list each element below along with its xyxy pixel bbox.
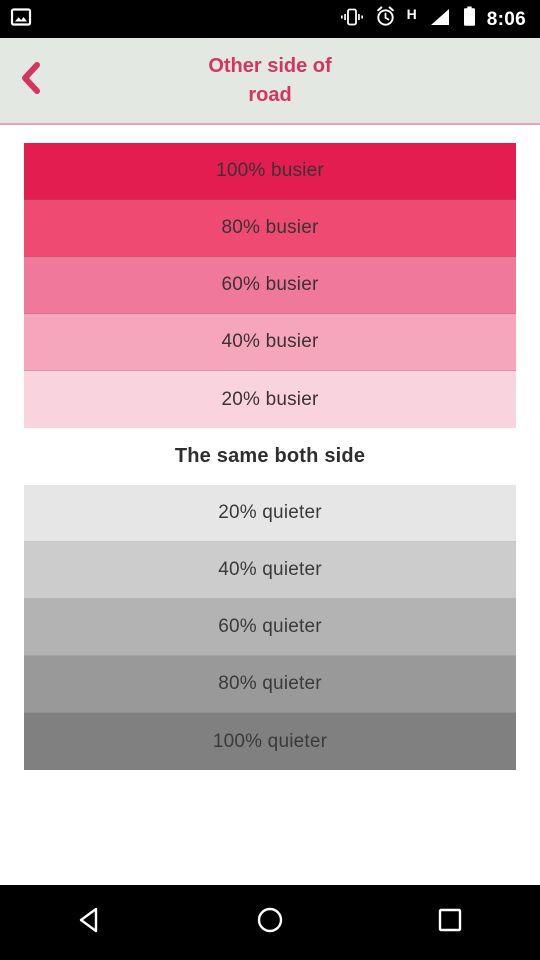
back-triangle-icon (73, 903, 107, 942)
network-type-label: H (406, 6, 417, 22)
nav-back-button[interactable] (45, 885, 135, 960)
image-icon (10, 6, 32, 33)
option-label: 40% quieter (218, 559, 322, 580)
option-row-quieter-100[interactable]: 100% quieter (24, 713, 516, 770)
back-button[interactable] (0, 38, 62, 123)
option-row-quieter-40[interactable]: 40% quieter (24, 542, 516, 599)
content-area: 100% busier 80% busier 60% busier 40% bu… (0, 125, 540, 885)
clock-label: 8:06 (486, 8, 526, 30)
option-label: 20% busier (221, 388, 319, 410)
option-row-same-both-side[interactable]: The same both side (24, 428, 516, 485)
option-label: 100% quieter (212, 730, 328, 752)
option-row-busier-60[interactable]: 60% busier (24, 257, 516, 314)
recents-square-icon (433, 903, 467, 942)
option-row-quieter-60[interactable]: 60% quieter (24, 599, 516, 656)
option-row-busier-80[interactable]: 80% busier (24, 200, 516, 257)
app-header: Other side of road (0, 38, 540, 125)
quieter-options-group: 20% quieter 40% quieter 60% quieter 80% … (24, 485, 516, 770)
option-label: 80% busier (221, 217, 319, 238)
status-bar-notifications (10, 6, 32, 33)
status-bar: H 8:06 (0, 0, 540, 38)
option-label: 100% busier (216, 160, 324, 181)
home-circle-icon (253, 903, 287, 942)
signal-icon (428, 7, 452, 32)
option-label: The same both side (174, 445, 366, 467)
alarm-icon (375, 6, 396, 32)
option-label: 80% quieter (218, 673, 322, 694)
chevron-left-icon (17, 61, 45, 100)
status-bar-icons: H 8:06 (340, 6, 526, 32)
comparison-option-list: 100% busier 80% busier 60% busier 40% bu… (24, 143, 516, 770)
option-row-busier-100[interactable]: 100% busier (24, 143, 516, 200)
nav-recents-button[interactable] (405, 885, 495, 960)
option-row-busier-20[interactable]: 20% busier (24, 371, 516, 428)
busier-options-group: 100% busier 80% busier 60% busier 40% bu… (24, 143, 516, 428)
nav-home-button[interactable] (225, 885, 315, 960)
option-label: 20% quieter (218, 502, 322, 523)
system-navigation-bar (0, 885, 540, 960)
option-label: 60% quieter (218, 616, 322, 637)
option-row-quieter-20[interactable]: 20% quieter (24, 485, 516, 542)
option-label: 60% busier (221, 274, 319, 295)
option-row-busier-40[interactable]: 40% busier (24, 314, 516, 371)
battery-icon (463, 6, 476, 32)
option-label: 40% busier (221, 331, 319, 352)
page-title: Other side of road (208, 54, 332, 106)
app-root: H 8:06 Other side of road 100% busier 80… (0, 0, 540, 960)
option-row-quieter-80[interactable]: 80% quieter (24, 656, 516, 713)
vibrate-icon (340, 7, 364, 32)
